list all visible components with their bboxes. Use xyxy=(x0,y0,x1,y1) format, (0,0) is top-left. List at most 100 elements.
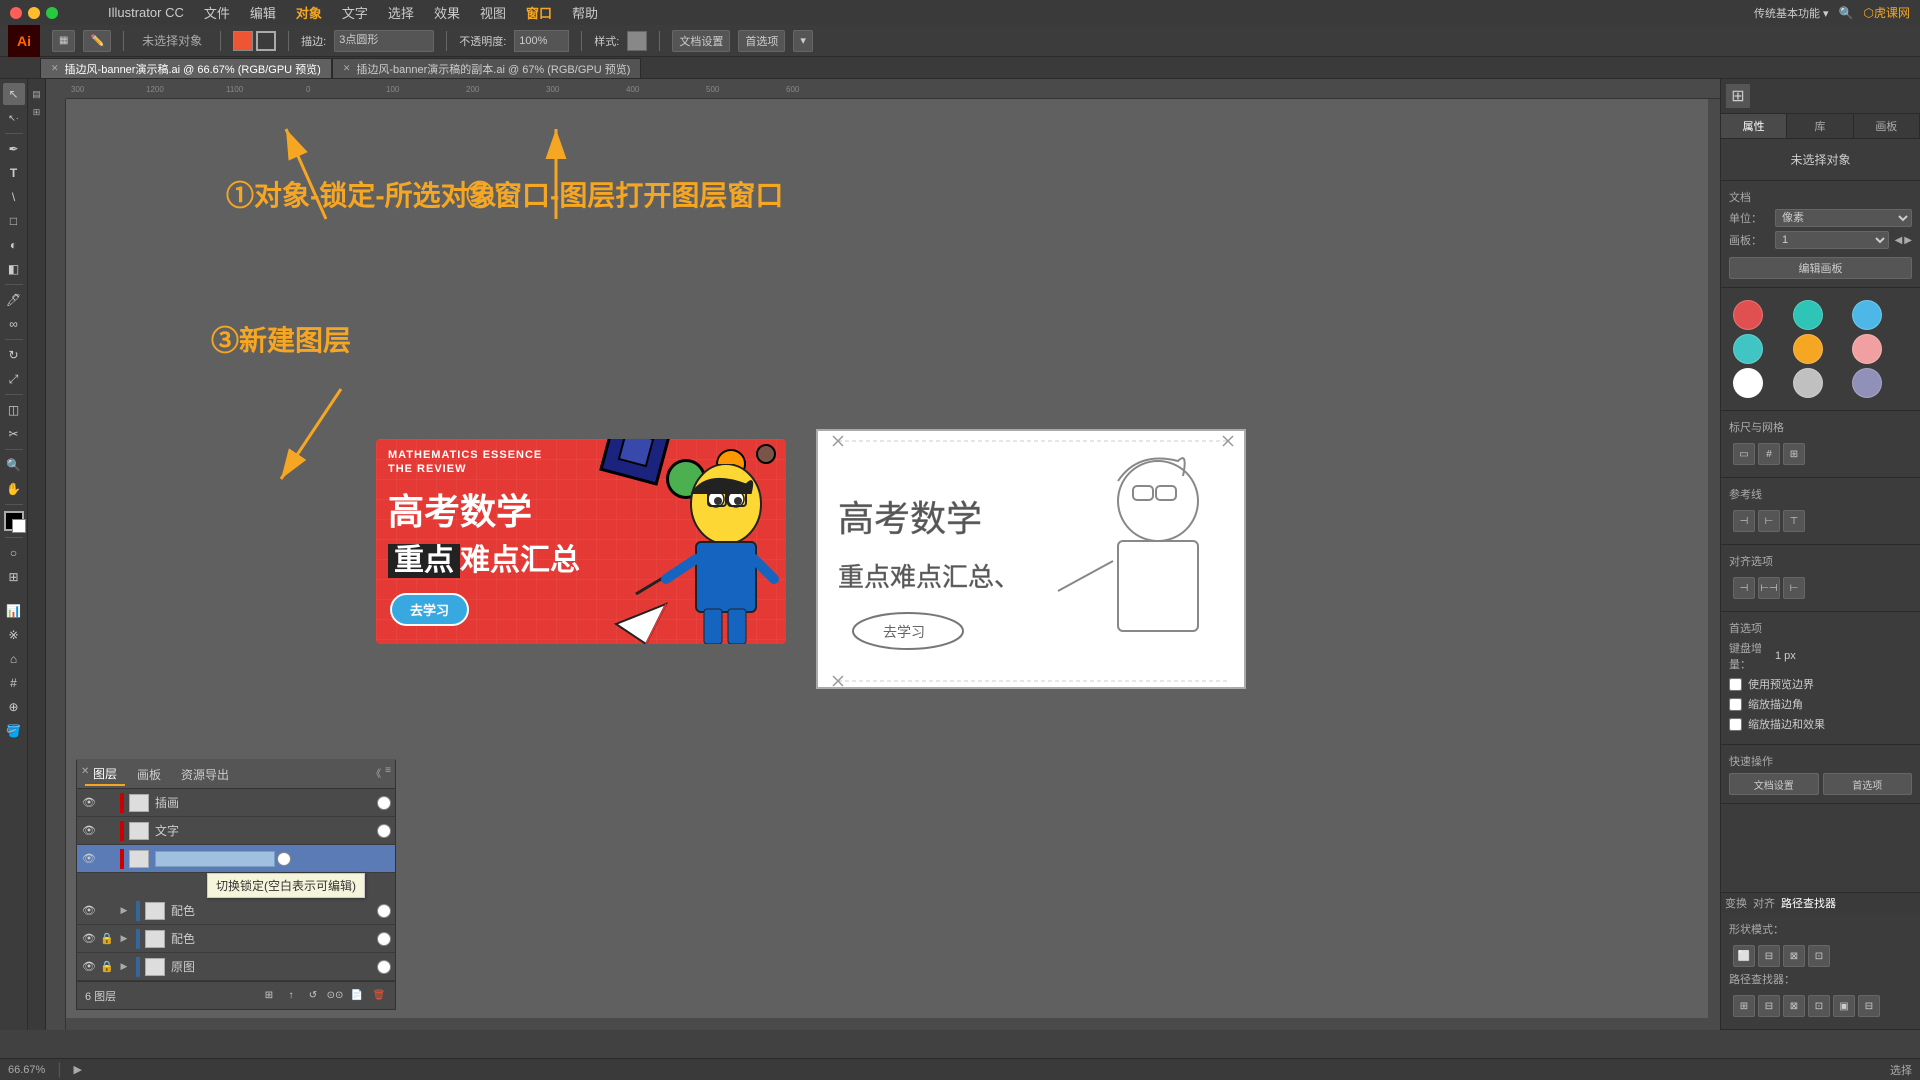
screen-mode[interactable]: ⊞ xyxy=(3,566,25,588)
layer-vis-peise2[interactable] xyxy=(377,932,391,946)
layer-item-editing[interactable]: 👁 xyxy=(77,845,395,873)
layer-item-yuantu[interactable]: 👁 🔒 ▶ 原图 xyxy=(77,953,395,981)
layer-vis-wenzi[interactable] xyxy=(377,824,391,838)
rect-tool[interactable]: □ xyxy=(3,210,25,232)
minus-back-btn[interactable]: ⊟ xyxy=(1858,995,1880,1017)
layer-eye-peise1[interactable]: 👁 xyxy=(81,903,97,919)
maximize-button[interactable] xyxy=(46,7,58,19)
swatch-white[interactable] xyxy=(1733,368,1763,398)
fill-color[interactable] xyxy=(233,31,253,51)
menu-view[interactable]: 视图 xyxy=(480,3,506,22)
rotate-tool[interactable]: ↻ xyxy=(3,344,25,366)
workspace-selector[interactable]: 传统基本功能 ▾ xyxy=(1754,5,1829,21)
tab-1[interactable]: ✕ 插边风-banner演示稿.ai @ 66.67% (RGB/GPU 预览) xyxy=(40,58,332,78)
chart-tool[interactable]: 📊 xyxy=(3,600,25,622)
direct-select-tool[interactable]: ↖· xyxy=(3,107,25,129)
guide-btn3[interactable]: ⊤ xyxy=(1783,510,1805,532)
unit-select[interactable]: 像素 xyxy=(1775,209,1912,227)
layer-vis-yuantu[interactable] xyxy=(377,960,391,974)
swatch-orange[interactable] xyxy=(1793,334,1823,364)
merge-btn[interactable]: ⊠ xyxy=(1783,995,1805,1017)
swatch-sky-blue[interactable] xyxy=(1852,300,1882,330)
assets-icon[interactable]: ⊞ xyxy=(30,105,44,119)
layer-vis-editing[interactable] xyxy=(277,852,291,866)
blend-tool[interactable]: ∞ xyxy=(3,313,25,335)
tools-btn[interactable]: ✏️ xyxy=(83,30,111,52)
new-layer-from-selection[interactable]: ⊞ xyxy=(261,988,277,1004)
fill-stroke-indicator[interactable] xyxy=(4,511,24,531)
layer-expand-yuantu[interactable]: ▶ xyxy=(117,960,131,974)
transform-tab[interactable]: 变换 xyxy=(1725,895,1747,911)
trim-btn[interactable]: ⊟ xyxy=(1758,995,1780,1017)
pathfinder-tab[interactable]: 路径查找器 xyxy=(1781,895,1836,911)
pen-tool[interactable]: ✒ xyxy=(3,138,25,160)
ruler-btn[interactable]: ▭ xyxy=(1733,443,1755,465)
zoom-level[interactable]: 66.67% xyxy=(8,1064,45,1076)
layer-item-chuhua[interactable]: 👁 插画 xyxy=(77,789,395,817)
menu-file[interactable]: 文件 xyxy=(204,3,230,22)
layers-icon[interactable]: ▤ xyxy=(30,87,44,101)
template-prev[interactable]: ◀ xyxy=(1895,235,1903,246)
zoom-tool[interactable]: 🔍 xyxy=(3,454,25,476)
layer-expand-peise2[interactable]: ▶ xyxy=(117,932,131,946)
swatch-gray[interactable] xyxy=(1793,368,1823,398)
guide-btn2[interactable]: ⊢ xyxy=(1758,510,1780,532)
symbol-tool[interactable]: ※ xyxy=(3,624,25,646)
hand-tool[interactable]: ✋ xyxy=(3,478,25,500)
shape-builder[interactable]: ⊕ xyxy=(3,696,25,718)
make-clipping-mask[interactable]: ↺ xyxy=(305,988,321,1004)
mesh-tool[interactable]: # xyxy=(3,672,25,694)
outline-btn[interactable]: ▣ xyxy=(1833,995,1855,1017)
swatch-pink[interactable] xyxy=(1852,334,1882,364)
layer-eye-chuhua[interactable]: 👁 xyxy=(81,795,97,811)
menu-window[interactable]: 窗口 xyxy=(526,3,552,22)
close-icon-tab2[interactable]: ✕ xyxy=(343,63,351,74)
search-icon[interactable]: 🔍 xyxy=(1839,6,1854,20)
grid-btn[interactable]: # xyxy=(1758,443,1780,465)
edit-template-btn[interactable]: 编辑画板 xyxy=(1729,257,1912,279)
scissors-tool[interactable]: ✂ xyxy=(3,423,25,445)
opacity-input[interactable]: 100% xyxy=(514,30,569,52)
close-icon-tab1[interactable]: ✕ xyxy=(51,63,59,74)
scrollbar-v[interactable] xyxy=(1708,99,1720,1018)
align-tab[interactable]: 对齐 xyxy=(1753,895,1775,911)
menu-text[interactable]: 文字 xyxy=(342,3,368,22)
panel-close-btn[interactable]: ✕ xyxy=(81,761,89,779)
layers-tab-export[interactable]: 资源导出 xyxy=(173,764,237,785)
template-next[interactable]: ▶ xyxy=(1904,235,1912,246)
panel-collapse-btn[interactable]: 《 xyxy=(371,765,381,780)
swatch-red[interactable] xyxy=(1733,300,1763,330)
live-paint[interactable]: 🪣 xyxy=(3,720,25,742)
line-tool[interactable]: \ xyxy=(3,186,25,208)
layer-expand-peise1[interactable]: ▶ xyxy=(117,904,131,918)
new-sublayer[interactable]: ⊙⊙ xyxy=(327,988,343,1004)
layer-eye-wenzi[interactable]: 👁 xyxy=(81,823,97,839)
smart-guides-btn[interactable]: ⊞ xyxy=(1783,443,1805,465)
layer-vis-chuhua[interactable] xyxy=(377,796,391,810)
layers-tab-artboards[interactable]: 画板 xyxy=(129,764,169,785)
paint-tool[interactable]: ◐ xyxy=(3,234,25,256)
swatch-cyan[interactable] xyxy=(1733,334,1763,364)
snap-checkbox[interactable] xyxy=(1729,678,1742,691)
align-center-h[interactable]: ⊢⊣ xyxy=(1758,577,1780,599)
effects-checkbox[interactable] xyxy=(1729,718,1742,731)
delete-layer[interactable]: 🗑 xyxy=(371,988,387,1004)
crop-btn[interactable]: ⊡ xyxy=(1808,995,1830,1017)
properties-icon[interactable]: ⊞ xyxy=(1726,84,1750,108)
layer-eye-yuantu[interactable]: 👁 xyxy=(81,959,97,975)
menu-help[interactable]: 帮助 xyxy=(572,3,598,22)
tab-2[interactable]: ✕ 插边风-banner演示稿的副本.ai @ 67% (RGB/GPU 预览) xyxy=(332,58,642,78)
menu-app-name[interactable]: Illustrator CC xyxy=(108,5,184,20)
layer-lock-icon-yuantu[interactable]: 🔒 xyxy=(99,959,115,975)
right-tab-properties[interactable]: 属性 xyxy=(1721,114,1787,138)
menu-select[interactable]: 选择 xyxy=(388,3,414,22)
minus-btn[interactable]: ⊟ xyxy=(1758,945,1780,967)
arrange-btn[interactable]: ▦ xyxy=(52,30,75,52)
align-left[interactable]: ⊣ xyxy=(1733,577,1755,599)
guide-btn1[interactable]: ⊣ xyxy=(1733,510,1755,532)
eraser-tool[interactable]: ◫ xyxy=(3,399,25,421)
warp-tool[interactable]: ⌂ xyxy=(3,648,25,670)
layer-eye-peise2[interactable]: 👁 xyxy=(81,931,97,947)
exclude-btn[interactable]: ⊡ xyxy=(1808,945,1830,967)
quick-doc-settings-btn[interactable]: 文档设置 xyxy=(1729,773,1819,795)
